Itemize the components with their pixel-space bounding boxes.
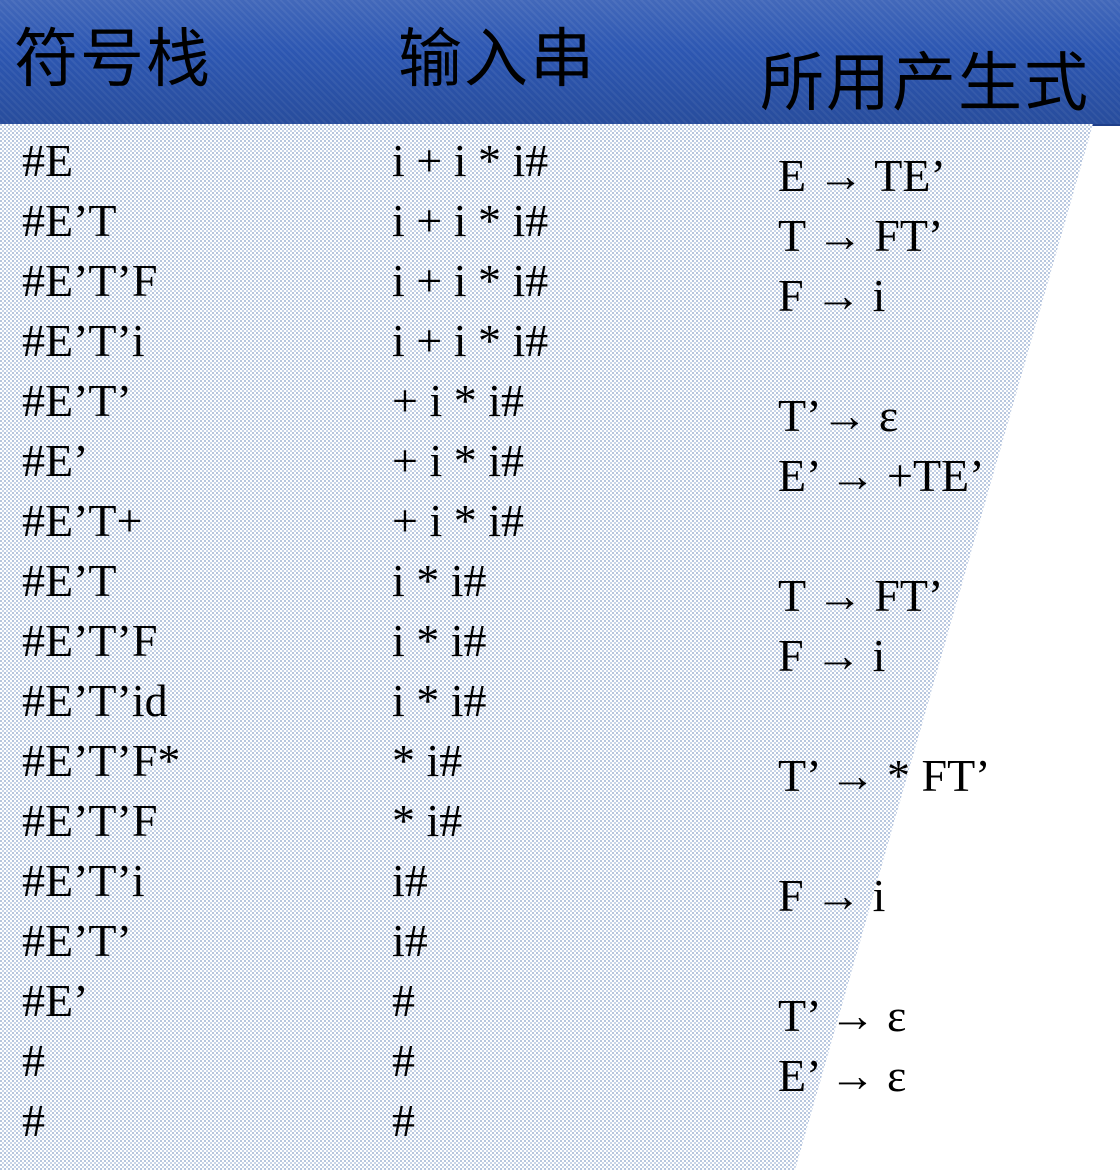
stack-cell: #E’T’id bbox=[22, 675, 168, 726]
input-cell: * i# bbox=[392, 735, 463, 786]
input-cell: i# bbox=[392, 855, 428, 906]
input-cell: i + i * i# bbox=[392, 255, 549, 306]
stack-column-heading: 符号栈 bbox=[14, 23, 212, 97]
production-cell: F → i bbox=[778, 630, 886, 681]
input-cell: i + i * i# bbox=[392, 195, 549, 246]
input-cell: + i * i# bbox=[392, 495, 525, 546]
stack-cell: # bbox=[22, 1035, 45, 1086]
input-cell: i * i# bbox=[392, 675, 487, 726]
production-cell: F → i bbox=[778, 870, 886, 921]
header-bar: 符号栈 输入串 所用产生式 bbox=[0, 0, 1120, 126]
stack-cell: #E’T bbox=[22, 555, 117, 606]
production-cell: T’ → ε bbox=[778, 990, 907, 1041]
stack-cell: #E’T’F bbox=[22, 795, 158, 846]
input-cell: i * i# bbox=[392, 555, 487, 606]
stack-cell: #E’T’F* bbox=[22, 735, 181, 786]
stack-cell: #E bbox=[22, 135, 74, 186]
production-cell: E → TE’ bbox=[778, 150, 946, 201]
input-cell: * i# bbox=[392, 795, 463, 846]
input-cell: i + i * i# bbox=[392, 135, 549, 186]
input-cell: + i * i# bbox=[392, 435, 525, 486]
input-cell: i * i# bbox=[392, 615, 487, 666]
production-cell: E’ → +TE’ bbox=[778, 450, 985, 501]
production-cell: T’ → * FT’ bbox=[778, 750, 991, 801]
input-cell: # bbox=[392, 1035, 415, 1086]
stack-cell: # bbox=[22, 1095, 45, 1146]
stack-cell: #E’T’F bbox=[22, 615, 158, 666]
stack-cell: #E’T’ bbox=[22, 375, 132, 426]
input-cell: # bbox=[392, 1095, 415, 1146]
background-pattern bbox=[0, 124, 1093, 1170]
input-cell: + i * i# bbox=[392, 375, 525, 426]
stack-cell: #E’T’F bbox=[22, 255, 158, 306]
stack-cell: #E’T’i bbox=[22, 855, 145, 906]
stack-cell: #E’ bbox=[22, 975, 89, 1026]
input-cell: i# bbox=[392, 915, 428, 966]
stack-cell: #E’T bbox=[22, 195, 117, 246]
input-cell: i + i * i# bbox=[392, 315, 549, 366]
production-cell: T → FT’ bbox=[778, 210, 944, 261]
stack-cell: #E’T’ bbox=[22, 915, 132, 966]
input-column-heading: 输入串 bbox=[398, 23, 596, 97]
production-cell: F → i bbox=[778, 270, 886, 321]
production-cell: T → FT’ bbox=[778, 570, 944, 621]
production-cell: T’→ ε bbox=[778, 390, 899, 441]
stack-cell: #E’ bbox=[22, 435, 89, 486]
stack-cell: #E’T’i bbox=[22, 315, 145, 366]
production-column-heading: 所用产生式 bbox=[760, 47, 1090, 121]
production-cell: E’ → ε bbox=[778, 1050, 907, 1101]
stack-cell: #E’T+ bbox=[22, 495, 143, 546]
input-cell: # bbox=[392, 975, 415, 1026]
